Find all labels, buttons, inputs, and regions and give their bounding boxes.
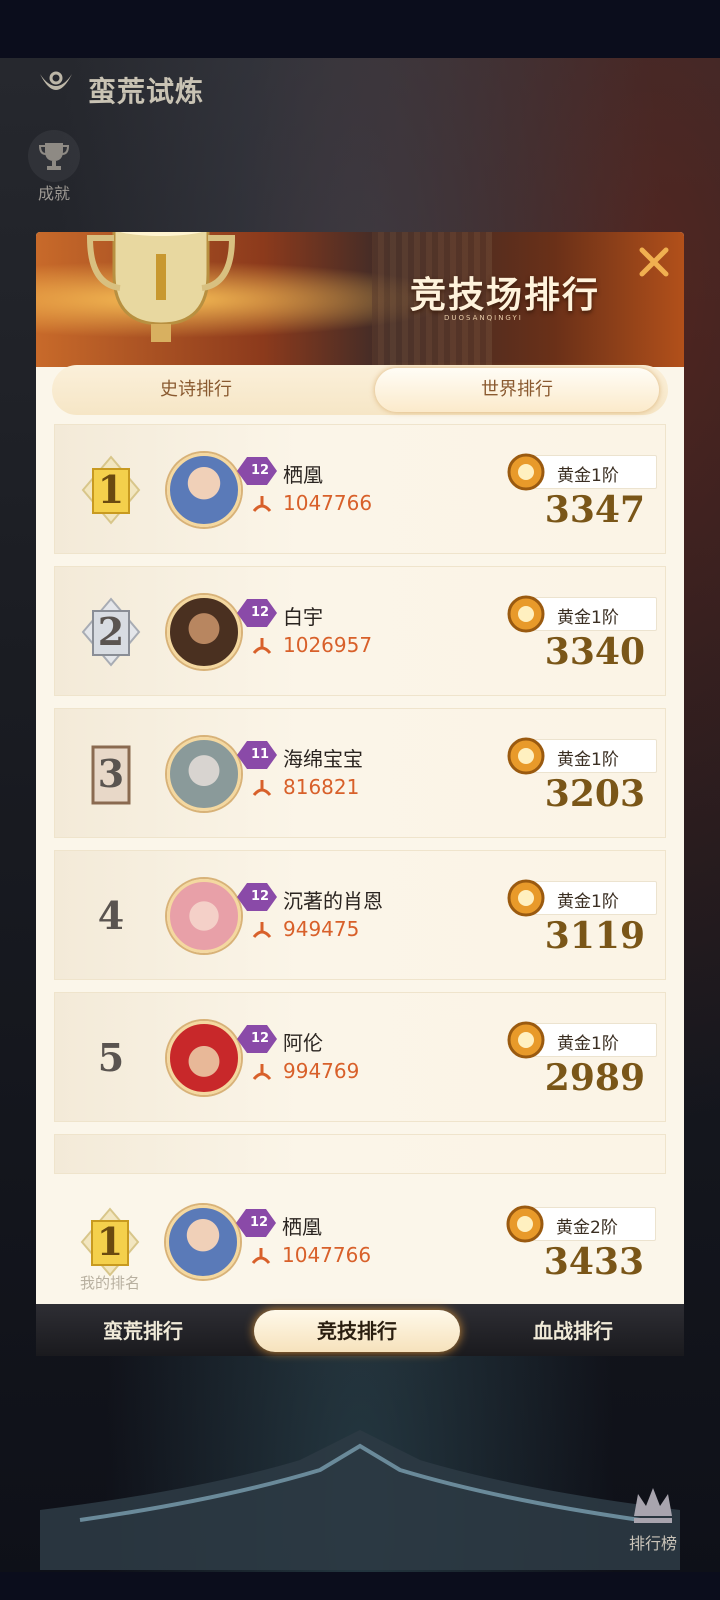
gold-tier-icon (507, 1021, 545, 1059)
rank-number: 3 (97, 751, 125, 796)
rank-number: 2 (97, 609, 125, 654)
my-ranking-label: 我的排名 (80, 1274, 141, 1292)
player-name: 沉著的肖恩 (283, 889, 383, 913)
my-rank-number: 1 (96, 1219, 124, 1264)
level-number: 11 (251, 747, 270, 762)
power-icon (252, 496, 272, 512)
tab-world-ranking[interactable]: 世界排行 (375, 368, 659, 412)
level-number: 12 (251, 605, 270, 620)
tier-label: 黄金1阶 (557, 750, 619, 770)
gold-tier-icon (507, 737, 545, 775)
trophy-icon (38, 143, 70, 170)
dialog-title: 竞技场排行 (410, 274, 601, 316)
tab-wild-ranking[interactable]: 蛮荒排行 (40, 1310, 246, 1352)
navigation-bar (0, 1572, 720, 1600)
list-item[interactable]: 4 12 沉著的肖恩 949475 黄金1阶 3119 (54, 850, 666, 980)
level-number: 12 (251, 889, 270, 904)
trial-logo-icon (40, 71, 72, 90)
list-item[interactable]: 5 12 阿伦 994769 黄金1阶 2989 (54, 992, 666, 1122)
rank-number: 4 (97, 893, 125, 938)
score: 2989 (544, 1057, 645, 1099)
rank-number: 1 (97, 467, 125, 512)
achievement-button[interactable]: 成就 (22, 130, 86, 206)
bottom-tabs: 蛮荒排行 竞技排行 血战排行 (36, 1304, 684, 1356)
score: 3119 (544, 915, 645, 957)
top-bar: 蛮荒试炼 (0, 58, 720, 112)
rank-number: 5 (97, 1035, 125, 1080)
power-value: 994769 (283, 1059, 360, 1083)
avatar[interactable] (167, 453, 241, 527)
gold-tier-icon (506, 1205, 544, 1243)
leaderboard-label: 排行榜 (628, 1534, 677, 1553)
power-icon (252, 922, 272, 938)
player-name: 栖凰 (283, 463, 323, 487)
player-name: 阿伦 (283, 1031, 323, 1055)
ornament-decoration (40, 1430, 680, 1570)
avatar[interactable] (167, 595, 241, 669)
tab-epic-ranking[interactable]: 史诗排行 (54, 368, 338, 412)
avatar[interactable] (167, 737, 241, 811)
tab-arena-ranking[interactable]: 竞技排行 (254, 1310, 460, 1352)
tier-label: 黄金1阶 (557, 1034, 619, 1054)
power-icon (252, 1064, 272, 1080)
my-ranking: 1 12 栖凰 1047766 黄金2阶 3433 我的排名 (0, 1180, 720, 1304)
avatar[interactable] (167, 879, 241, 953)
gold-tier-icon (507, 595, 545, 633)
score: 3340 (544, 631, 645, 673)
player-name: 海绵宝宝 (283, 747, 363, 771)
leaderboard-button[interactable]: 排行榜 (612, 1480, 694, 1562)
avatar[interactable] (166, 1205, 240, 1279)
score: 3347 (544, 489, 645, 531)
list-item[interactable]: 2 12 白宇 1026957 黄金1阶 3340 (54, 566, 666, 696)
score: 3433 (543, 1241, 644, 1283)
power-value: 1026957 (283, 633, 373, 657)
power-value: 1047766 (283, 491, 373, 515)
tier-label: 黄金1阶 (557, 466, 619, 486)
tier-label: 黄金1阶 (557, 892, 619, 912)
tier-label: 黄金1阶 (557, 608, 619, 628)
crown-icon (634, 1488, 672, 1523)
power-icon (251, 1248, 271, 1264)
player-name: 白宇 (283, 605, 323, 629)
ranking-tabs: 史诗排行 世界排行 (52, 365, 668, 415)
list-item[interactable]: 1 12 栖凰 1047766 黄金1阶 3347 (54, 424, 666, 554)
power-value: 1047766 (282, 1243, 372, 1267)
close-icon[interactable] (636, 244, 672, 280)
gold-tier-icon (507, 453, 545, 491)
power-icon (252, 780, 272, 796)
level-number: 12 (251, 1031, 270, 1046)
avatar[interactable] (167, 1021, 241, 1095)
power-icon (252, 638, 272, 654)
power-value: 949475 (283, 917, 360, 941)
level-number: 12 (250, 1215, 269, 1230)
level-number: 12 (251, 463, 270, 478)
player-name: 栖凰 (282, 1215, 322, 1239)
gold-trophy-icon (86, 232, 236, 342)
arena-ranking-dialog: 竞技场排行 DUOSANQINGYI 史诗排行 世界排行 1 12 栖凰 104… (36, 232, 684, 1304)
dialog-subtitle: DUOSANQINGYI (444, 314, 523, 322)
power-value: 816821 (283, 775, 360, 799)
gold-tier-icon (507, 879, 545, 917)
score: 3203 (544, 773, 645, 815)
list-item-partial (54, 1134, 666, 1174)
tier-label: 黄金2阶 (556, 1218, 618, 1238)
page-title: 蛮荒试炼 (88, 75, 205, 108)
dialog-banner: 竞技场排行 DUOSANQINGYI (36, 232, 684, 367)
tab-blood-ranking[interactable]: 血战排行 (470, 1310, 676, 1352)
list-item[interactable]: 3 11 海绵宝宝 816821 黄金1阶 3203 (54, 708, 666, 838)
my-ranking-card[interactable]: 1 12 栖凰 1047766 黄金2阶 3433 我的排名 (36, 1180, 684, 1304)
achievement-label: 成就 (37, 184, 70, 203)
